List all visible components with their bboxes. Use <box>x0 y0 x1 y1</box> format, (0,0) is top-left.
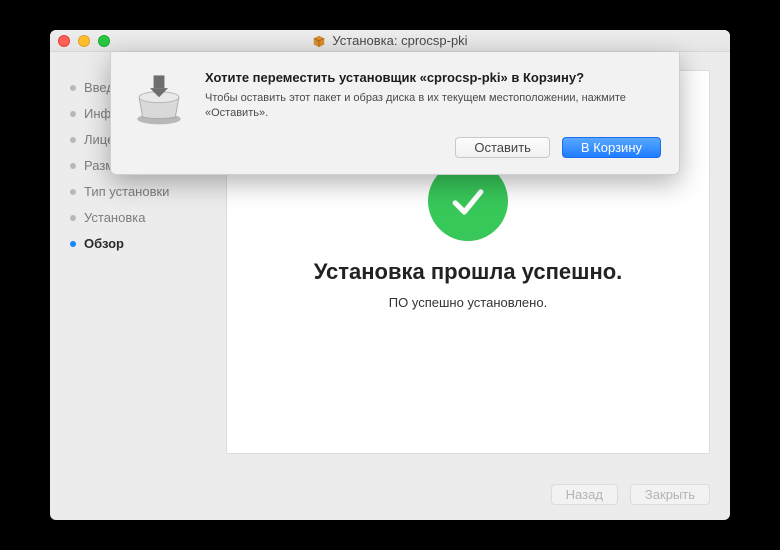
close-button: Закрыть <box>630 484 710 505</box>
sidebar-item-summary: Обзор <box>70 236 210 251</box>
footer: Назад Закрыть <box>50 468 730 520</box>
titlebar: Установка: cprocsp-pki <box>50 30 730 52</box>
back-button: Назад <box>551 484 618 505</box>
sidebar-item-installation: Установка <box>70 210 210 225</box>
bullet-icon <box>70 241 76 247</box>
bullet-icon <box>70 111 76 117</box>
close-window-button[interactable] <box>58 35 70 47</box>
success-message: ПО успешно установлено. <box>389 295 547 310</box>
zoom-window-button[interactable] <box>98 35 110 47</box>
dialog-title: Хотите переместить установщик «cprocsp-p… <box>205 70 661 85</box>
bullet-icon <box>70 137 76 143</box>
bullet-icon <box>70 163 76 169</box>
bullet-icon <box>70 189 76 195</box>
minimize-window-button[interactable] <box>78 35 90 47</box>
sidebar-item-install-type: Тип установки <box>70 184 210 199</box>
dialog-message: Чтобы оставить этот пакет и образ диска … <box>205 91 661 121</box>
sidebar-item-label: Тип установки <box>84 184 169 199</box>
bullet-icon <box>70 85 76 91</box>
success-heading: Установка прошла успешно. <box>314 259 623 285</box>
package-icon <box>312 34 326 48</box>
sidebar-item-label: Установка <box>84 210 145 225</box>
sidebar-item-label: Обзор <box>84 236 124 251</box>
move-to-trash-dialog: Хотите переместить установщик «cprocsp-p… <box>110 52 680 175</box>
dialog-actions: Оставить В Корзину <box>205 137 661 158</box>
window-controls <box>58 35 110 47</box>
bullet-icon <box>70 215 76 221</box>
window-title: Установка: cprocsp-pki <box>332 33 467 48</box>
move-to-trash-button[interactable]: В Корзину <box>562 137 661 158</box>
installer-window: Установка: cprocsp-pki Введение Информац… <box>50 30 730 520</box>
disk-download-icon <box>129 70 189 130</box>
keep-button[interactable]: Оставить <box>455 137 550 158</box>
